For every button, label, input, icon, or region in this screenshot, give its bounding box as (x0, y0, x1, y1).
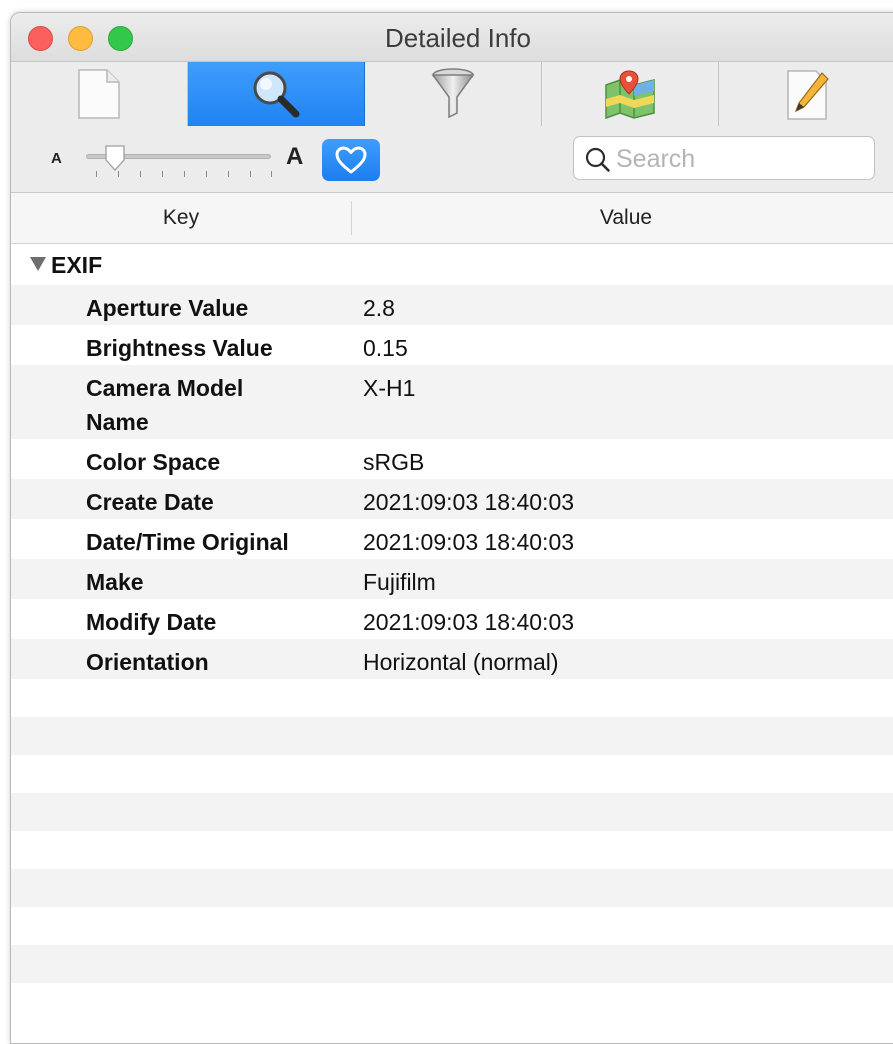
value-column-header[interactable]: Value (352, 206, 893, 230)
tab-notes[interactable] (719, 62, 893, 126)
table-row[interactable]: Date/Time Original 2021:09:03 18:40:03 (11, 519, 893, 559)
table-row[interactable]: Orientation Horizontal (normal) (11, 639, 893, 679)
key-column-header[interactable]: Key (11, 206, 351, 230)
toolbar: A A (11, 126, 893, 193)
table-row[interactable]: Aperture Value 2.8 (11, 285, 893, 325)
funnel-icon (431, 68, 475, 119)
slider-knob[interactable] (103, 144, 127, 172)
row-value: Horizontal (normal) (363, 649, 559, 675)
row-key: Brightness Value (86, 335, 273, 361)
row-value: 2.8 (363, 295, 395, 321)
exif-group-row[interactable]: EXIF (11, 245, 893, 285)
empty-row (11, 945, 893, 983)
table-row[interactable]: Create Date 2021:09:03 18:40:03 (11, 479, 893, 519)
font-size-large-label: A (286, 143, 304, 170)
column-header: Key Value (11, 193, 893, 244)
row-value: Fujifilm (363, 569, 436, 595)
row-key: Date/Time Original (86, 529, 289, 555)
tab-inspector[interactable] (188, 62, 365, 126)
magnifier-icon (253, 71, 300, 118)
row-value: sRGB (363, 449, 425, 475)
empty-row (11, 831, 893, 869)
tab-map[interactable] (542, 62, 719, 126)
font-size-small-label: A (51, 150, 62, 167)
row-value: 0.15 (363, 335, 408, 361)
document-icon (78, 69, 120, 119)
detailed-info-window: Detailed Info A A Search Key Value EXIF … (10, 12, 893, 1044)
tab-document[interactable] (11, 62, 188, 126)
info-table: EXIF Aperture Value 2.8 Brightness Value… (11, 245, 893, 1021)
empty-row (11, 869, 893, 907)
row-key: Make (86, 569, 144, 595)
favorites-button[interactable] (322, 139, 380, 181)
empty-row (11, 983, 893, 1021)
row-value: 2021:09:03 18:40:03 (363, 489, 575, 515)
table-row[interactable]: Modify Date 2021:09:03 18:40:03 (11, 599, 893, 639)
window-title: Detailed Info (385, 23, 531, 53)
row-key: Color Space (86, 449, 221, 475)
pencil-note-icon (787, 70, 829, 120)
table-row[interactable]: Brightness Value 0.15 (11, 325, 893, 365)
search-field[interactable] (573, 136, 875, 180)
map-icon (605, 70, 655, 119)
row-key: Create Date (86, 489, 214, 515)
row-value: X-H1 (363, 375, 416, 401)
empty-row (11, 793, 893, 831)
empty-row (11, 717, 893, 755)
row-value: 2021:09:03 18:40:03 (363, 529, 575, 555)
tab-bar (11, 61, 893, 127)
row-key: Modify Date (86, 609, 217, 635)
row-key: Camera Model Name (86, 375, 244, 435)
title-bar[interactable]: Detailed Info (11, 13, 893, 61)
search-input[interactable] (614, 141, 868, 177)
search-icon (585, 147, 610, 172)
empty-row (11, 907, 893, 945)
row-value: 2021:09:03 18:40:03 (363, 609, 575, 635)
row-key: Aperture Value (86, 295, 249, 321)
empty-row (11, 755, 893, 793)
group-label: EXIF (51, 252, 103, 278)
table-row[interactable]: Color Space sRGB (11, 439, 893, 479)
table-row[interactable]: Make Fujifilm (11, 559, 893, 599)
empty-row (11, 679, 893, 717)
disclosure-triangle-icon[interactable] (29, 256, 47, 272)
table-row[interactable]: Camera Model Name X-H1 (11, 365, 893, 439)
tab-filter[interactable] (365, 62, 542, 126)
heart-icon (335, 146, 367, 174)
row-key: Orientation (86, 649, 209, 675)
